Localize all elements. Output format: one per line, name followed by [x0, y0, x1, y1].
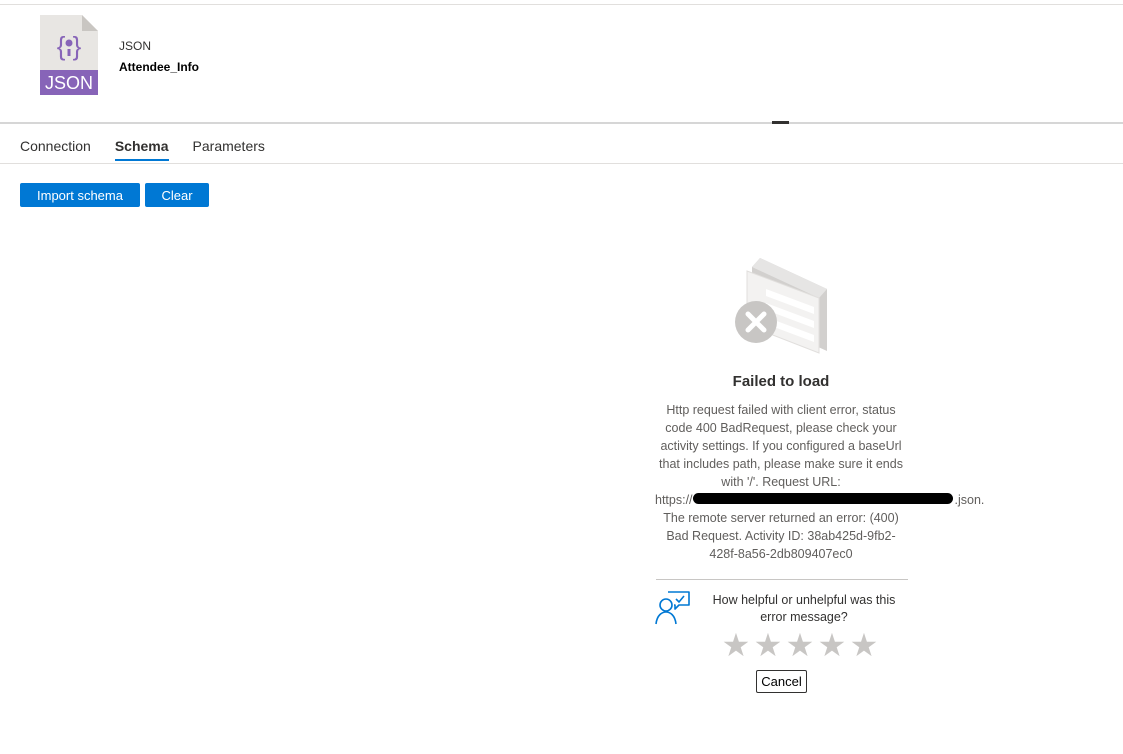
error-message-line: with '/'. Request URL: — [721, 475, 841, 489]
tab-parameters[interactable]: Parameters — [193, 124, 265, 163]
rating-star-1[interactable]: ★ — [720, 627, 752, 663]
json-file-icon: JSON { } — [40, 15, 98, 95]
import-schema-button[interactable]: Import schema — [20, 183, 140, 207]
cancel-button[interactable]: Cancel — [756, 670, 807, 693]
tab-connection[interactable]: Connection — [20, 124, 91, 163]
dataset-editor: JSON { } JSON Attendee_Info Connection S… — [0, 0, 1123, 754]
error-message-line: activity settings. If you configured a b… — [660, 439, 902, 453]
clear-button[interactable]: Clear — [145, 183, 209, 207]
feedback-question: How helpful or unhelpful was this error … — [712, 593, 896, 624]
tabs-divider — [0, 163, 1123, 164]
dataset-header: JSON { } JSON Attendee_Info — [0, 5, 1123, 122]
url-prefix: https:// — [655, 493, 693, 507]
error-message-line: Http request failed with client error, s… — [666, 403, 896, 417]
error-message-line: The remote server returned an error: (40… — [663, 511, 899, 525]
dataset-type-label: JSON — [119, 39, 152, 53]
tab-schema[interactable]: Schema — [114, 124, 169, 163]
rating-stars: ★ ★ ★ ★ ★ — [720, 627, 880, 663]
error-title: Failed to load — [732, 373, 830, 390]
rating-star-2[interactable]: ★ — [752, 627, 784, 663]
rating-star-5[interactable]: ★ — [848, 627, 880, 663]
error-message-line: code 400 BadRequest, please check your — [665, 421, 897, 435]
panel-resize-handle[interactable] — [772, 121, 789, 124]
feedback-person-icon — [655, 591, 690, 625]
rating-star-3[interactable]: ★ — [784, 627, 816, 663]
url-suffix: .json. — [954, 493, 985, 507]
error-message-line: Bad Request. Activity ID: 38ab425d-9fb2- — [666, 529, 896, 543]
dataset-name: Attendee_Info — [119, 60, 200, 74]
error-message: Http request failed with client error, s… — [651, 401, 984, 563]
json-file-icon-label: JSON — [45, 73, 93, 93]
rating-star-4[interactable]: ★ — [816, 627, 848, 663]
redacted-url-mark — [693, 493, 953, 504]
failed-to-load-illustration-icon — [735, 258, 827, 354]
feedback-divider — [656, 579, 908, 580]
error-message-line: that includes path, please make sure it … — [659, 457, 903, 471]
dataset-tabs: Connection Schema Parameters — [20, 124, 289, 163]
error-message-line: 428f-8a56-2db809407ec0 — [709, 547, 853, 561]
